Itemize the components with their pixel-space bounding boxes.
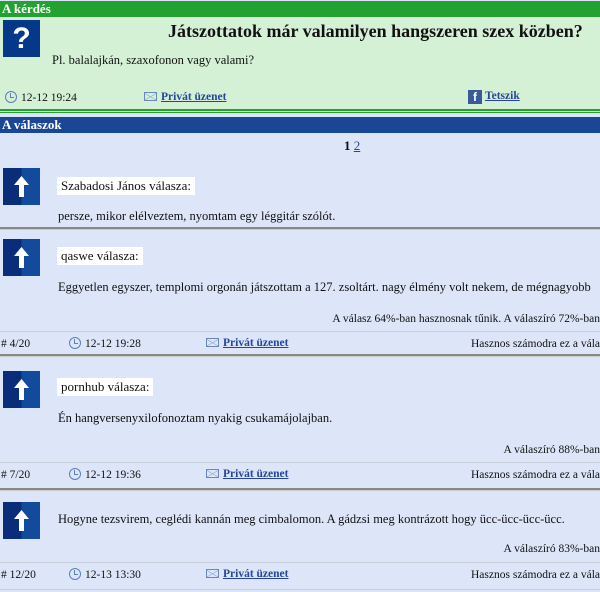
answer-text: Eggyetlen egyszer, templomi orgonán játs… (58, 280, 591, 294)
answer-stats: A válasz 64%-ban hasznosnak tűnik. A vál… (332, 313, 600, 325)
footer-divider (0, 589, 600, 590)
footer-divider (0, 331, 600, 332)
answer-time: 12-12 19:36 (69, 468, 141, 481)
question-time: 12-12 19:24 (5, 91, 77, 104)
question-body: Pl. balalajkán, szaxofonon vagy valami? (52, 53, 255, 67)
time-text: 12-13 13:30 (85, 569, 141, 581)
answer-stats: A válaszíró 88%-ban (503, 444, 600, 456)
page-1-current: 1 (344, 138, 351, 153)
answer-number: # 12/20 (1, 569, 36, 581)
clock-icon (69, 468, 81, 480)
envelope-icon (206, 338, 219, 347)
like-text[interactable]: Tetszik (485, 90, 520, 102)
useful-prompt: Hasznos számodra ez a vála (471, 569, 600, 581)
answer-number: # 4/20 (1, 338, 31, 350)
answer-stats: A válaszíró 83%-ban (503, 543, 600, 555)
answers-section-header: A válaszok (0, 117, 600, 133)
arrow-up-icon (3, 239, 40, 276)
private-message-text[interactable]: Privát üzenet (223, 337, 288, 349)
envelope-icon (144, 92, 157, 101)
time-text: 12-12 19:24 (21, 92, 77, 104)
answer-text: persze, mikor elélveztem, nyomtam egy lé… (58, 209, 336, 223)
private-message-text[interactable]: Privát üzenet (223, 568, 288, 580)
clock-icon (5, 91, 17, 103)
time-text: 12-12 19:36 (85, 469, 141, 481)
clock-icon (69, 337, 81, 349)
envelope-icon (206, 469, 219, 478)
question-panel: ? Játszottatok már valamilyen hangszeren… (0, 17, 600, 109)
answer-text: Hogyne tezsvirem, ceglédi kannán meg cim… (58, 512, 565, 526)
private-message-text[interactable]: Privát üzenet (223, 468, 288, 480)
answer-number: # 7/20 (1, 469, 31, 481)
answer-author: pornhub válasza: (57, 378, 154, 396)
useful-prompt: Hasznos számodra ez a vála (471, 338, 600, 350)
answer-time: 12-13 13:30 (69, 568, 141, 581)
answer-time: 12-12 19:28 (69, 337, 141, 350)
useful-prompt: Hasznos számodra ez a vála (471, 469, 600, 481)
question-section-header: A kérdés (0, 1, 600, 17)
separator (0, 227, 600, 230)
question-title: Játszottatok már valamilyen hangszeren s… (168, 21, 583, 41)
arrow-up-icon (3, 371, 40, 408)
answer-author: Szabadosi János válasza: (57, 177, 195, 195)
arrow-up-icon (3, 168, 40, 205)
separator (0, 488, 600, 491)
envelope-icon (206, 569, 219, 578)
private-message-text[interactable]: Privát üzenet (161, 91, 226, 103)
pagination: 1 2 (344, 138, 360, 154)
question-mark-icon: ? (3, 20, 40, 57)
facebook-icon: f (468, 90, 482, 104)
private-message-link[interactable]: Privát üzenet (206, 337, 288, 349)
page-2-link[interactable]: 2 (354, 138, 361, 153)
private-message-link[interactable]: Privát üzenet (144, 91, 226, 103)
private-message-link[interactable]: Privát üzenet (206, 568, 288, 580)
divider (0, 109, 600, 113)
answer-author: qaswe válasza: (57, 247, 143, 265)
arrow-up-icon (3, 502, 40, 539)
separator (0, 354, 600, 357)
footer-divider (0, 462, 600, 463)
like-button[interactable]: f Tetszik (468, 90, 520, 104)
answer-text: Én hangversenyxilofonoztam nyakig csukam… (58, 411, 333, 425)
clock-icon (69, 568, 81, 580)
time-text: 12-12 19:28 (85, 338, 141, 350)
private-message-link[interactable]: Privát üzenet (206, 468, 288, 480)
footer-divider (0, 562, 600, 563)
